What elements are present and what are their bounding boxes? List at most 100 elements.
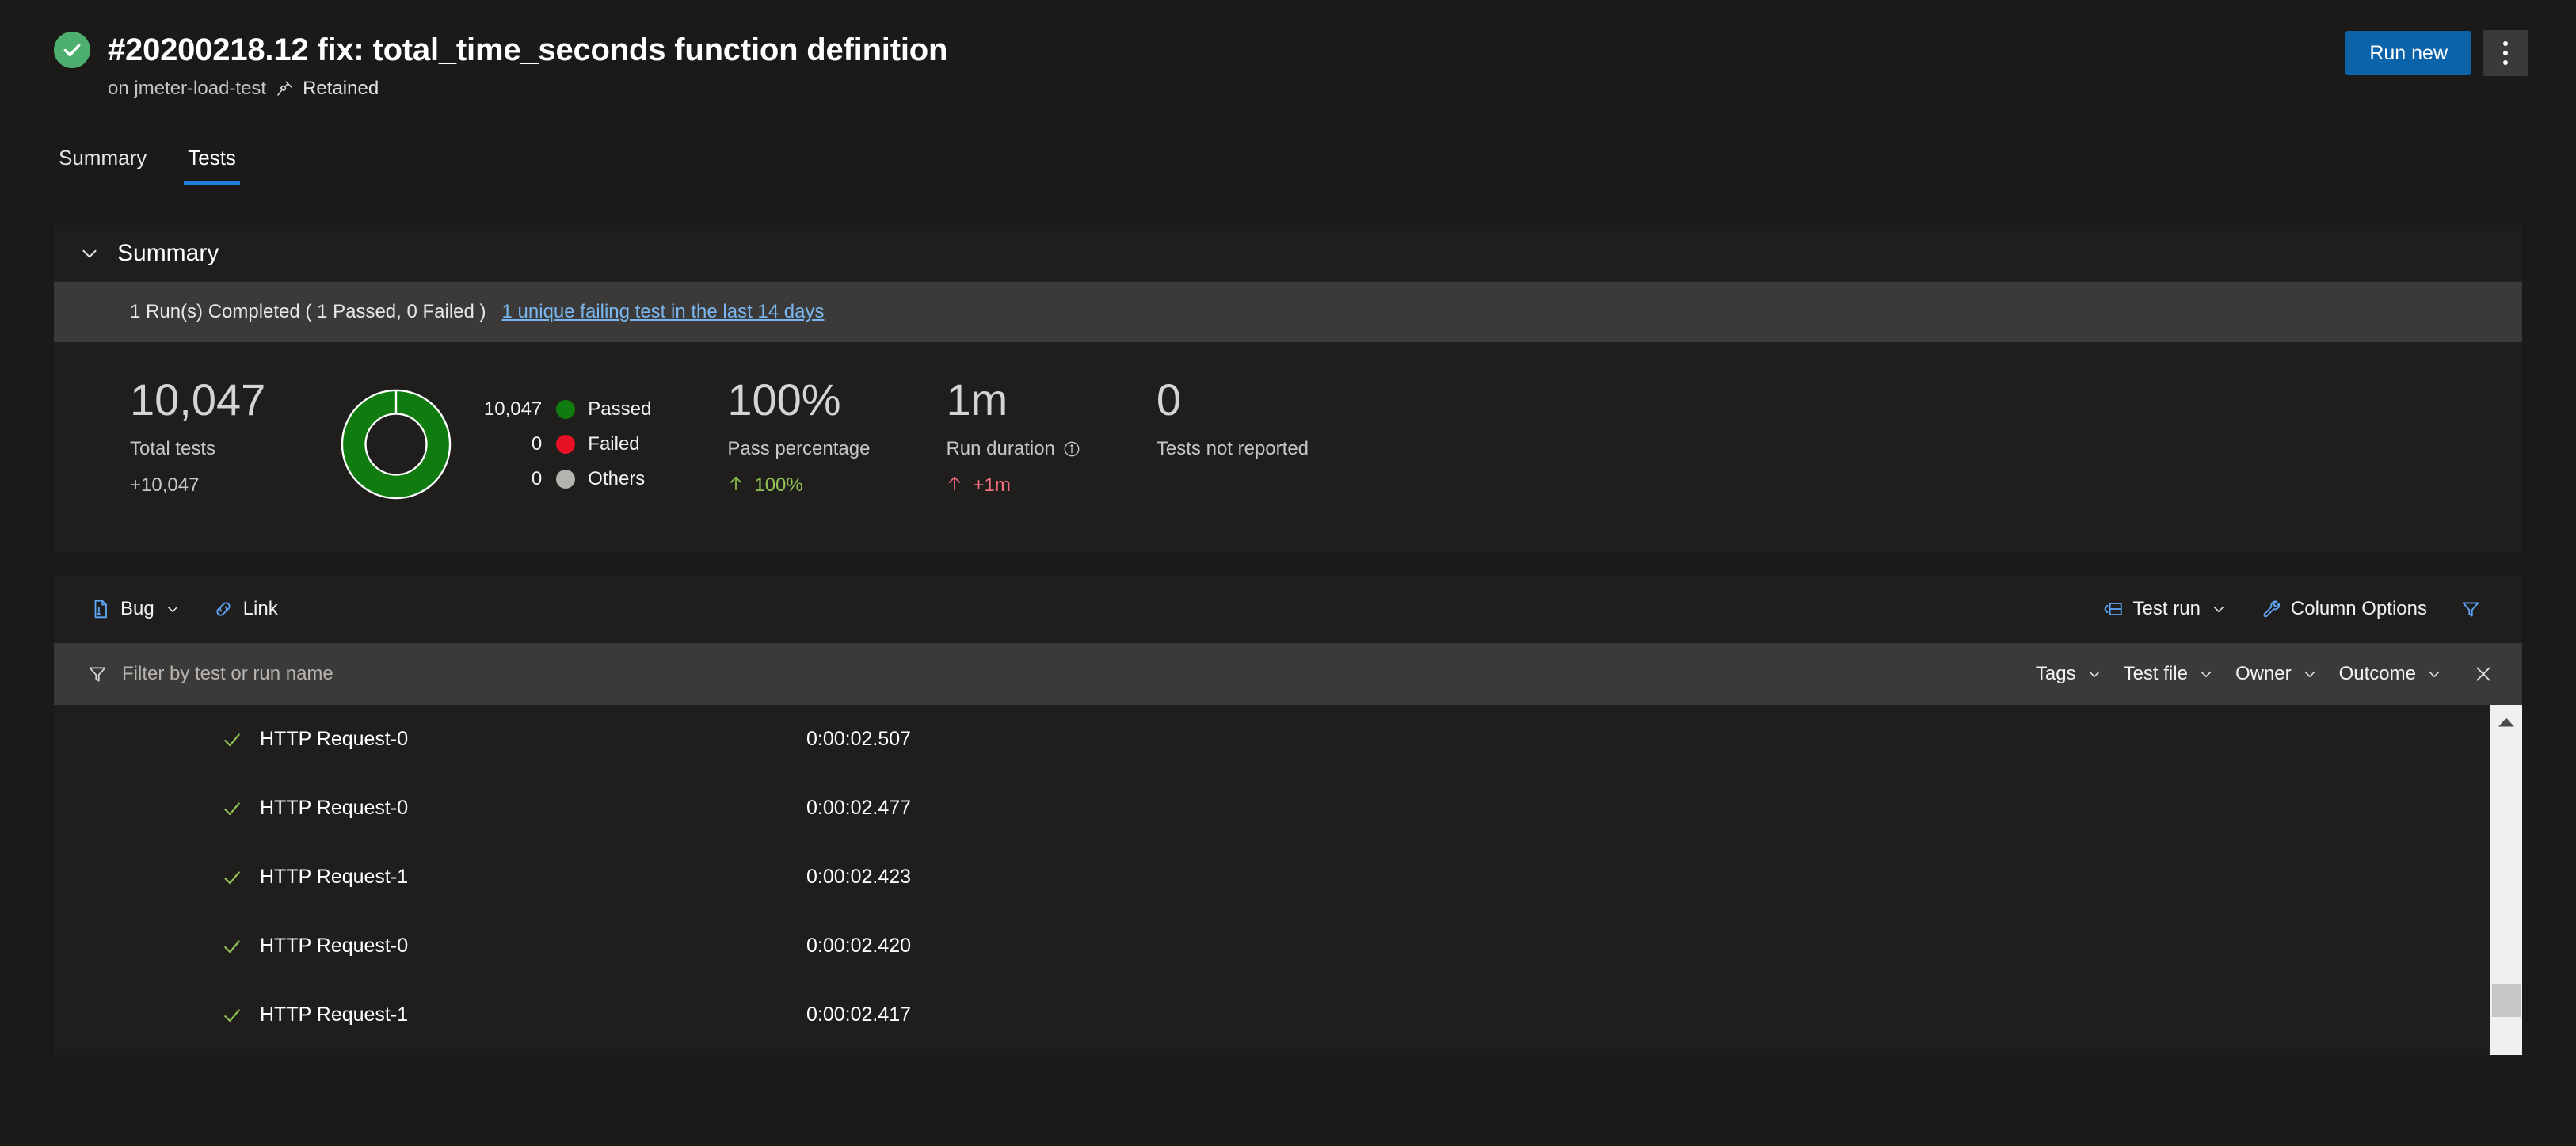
toolbar-left-group: Bug Link [81,592,288,626]
test-duration: 0:00:02.477 [806,797,911,820]
legend-count: 10,047 [483,398,556,421]
summary-card: Summary 1 Run(s) Completed ( 1 Passed, 0… [54,225,2522,553]
filter-pill-label: Outcome [2339,663,2416,685]
filter-toggle-button[interactable] [2451,592,2490,626]
pipeline-name: on jmeter-load-test [108,78,266,100]
table-row[interactable]: HTTP Request-1 0:00:02.417 [54,980,2522,1049]
more-vertical-icon[interactable] [2483,30,2528,76]
stat-delta-text: +10,047 [130,474,199,497]
filter-bar: Tags Test file Owner Outcome [54,643,2522,705]
stat-delta-text: 100% [754,474,802,497]
column-options-label: Column Options [2291,598,2427,620]
stat-label-text: Run duration [946,438,1054,460]
stat-run-duration: 1m Run duration +1m [870,377,1080,497]
stat-total-tests: 10,047 Total tests +10,047 [54,377,265,497]
link-button[interactable]: Link [204,592,288,626]
filter-pill-owner[interactable]: Owner [2235,663,2319,685]
header-actions: Run new [2345,30,2528,76]
chevron-down-icon[interactable] [2425,665,2443,683]
run-status-strip: 1 Run(s) Completed ( 1 Passed, 0 Failed … [54,282,2522,342]
legend-swatch-failed [556,435,575,454]
check-icon [222,798,249,819]
bug-file-icon [90,599,111,619]
test-duration: 0:00:02.423 [806,866,911,889]
stat-pass-percentage: 100% Pass percentage 100% [651,377,870,497]
legend-count: 0 [483,468,556,490]
donut-chart-svg [337,386,455,503]
stat-label-text: Pass percentage [727,438,870,460]
results-card: Bug Link Test run [54,575,2522,1055]
results-toolbar: Bug Link Test run [54,575,2522,643]
filter-pill-group: Tags Test file Owner Outcome [2036,663,2494,685]
caret-up-icon[interactable] [2490,705,2522,740]
close-icon[interactable] [2464,664,2494,684]
wrench-icon [2261,599,2281,619]
summary-section-header[interactable]: Summary [54,225,2522,282]
check-icon [222,936,249,957]
legend-label: Others [588,468,645,490]
test-name: HTTP Request-0 [260,935,806,958]
legend-swatch-others [556,470,575,489]
legend-count: 0 [483,433,556,455]
test-duration: 0:00:02.507 [806,728,911,751]
arrow-up-icon [946,474,963,497]
dot [2503,41,2508,46]
table-row[interactable]: HTTP Request-0 0:00:02.420 [54,912,2522,980]
bug-button-label: Bug [120,598,154,620]
check-icon [222,1005,249,1026]
filter-pill-label: Tags [2036,663,2076,685]
chevron-down-icon[interactable] [2301,665,2319,683]
stat-label-text: Total tests [130,438,215,460]
stat-tests-not-reported: 0 Tests not reported [1080,377,1309,460]
legend-item-passed: 10,047 Passed [483,398,651,421]
dot [2503,51,2508,55]
table-row[interactable]: HTTP Request-0 0:00:02.477 [54,774,2522,843]
chevron-down-icon[interactable] [79,243,100,264]
filter-pill-label: Test file [2124,663,2188,685]
stat-delta-text: +1m [973,474,1010,497]
filter-pill-test-file[interactable]: Test file [2124,663,2215,685]
tab-tests[interactable]: Tests [181,143,242,190]
legend-label: Passed [588,398,651,421]
filter-pill-label: Owner [2235,663,2292,685]
build-subtitle: on jmeter-load-test Retained [108,78,2576,100]
filter-pill-tags[interactable]: Tags [2036,663,2103,685]
filter-pill-outcome[interactable]: Outcome [2339,663,2443,685]
column-options-button[interactable]: Column Options [2251,592,2437,626]
stat-value: 1m [946,377,1080,424]
funnel-icon [2460,599,2481,619]
test-name: HTTP Request-1 [260,866,806,889]
legend-swatch-passed [556,400,575,419]
tab-summary[interactable]: Summary [52,143,153,190]
check-icon [222,729,249,750]
retained-label: Retained [303,78,379,100]
page-title: #20200218.12 fix: total_time_seconds fun… [108,32,947,67]
chevron-down-icon[interactable] [2210,600,2227,618]
stat-label-text: Tests not reported [1157,438,1309,460]
scrollbar-thumb[interactable] [2492,984,2521,1017]
bug-button[interactable]: Bug [81,592,191,626]
chevron-down-icon[interactable] [164,600,181,618]
funnel-icon [87,664,108,684]
table-row[interactable]: HTTP Request-0 0:00:02.507 [54,705,2522,774]
run-status-text: 1 Run(s) Completed ( 1 Passed, 0 Failed … [130,301,486,323]
chevron-down-icon[interactable] [2086,665,2103,683]
outcome-donut-chart: 10,047 Passed 0 Failed 0 Others [272,377,651,512]
filter-input-wrap [87,663,756,685]
info-icon[interactable] [1063,440,1080,458]
legend-label: Failed [588,433,639,455]
chevron-down-icon[interactable] [2197,665,2215,683]
title-row: #20200218.12 fix: total_time_seconds fun… [54,32,2576,68]
test-run-icon [2103,599,2124,619]
test-name: HTTP Request-1 [260,1003,806,1026]
filter-input[interactable] [122,663,756,685]
donut-legend: 10,047 Passed 0 Failed 0 Others [483,398,651,490]
stat-delta: 100% [727,474,870,497]
test-run-grouping-button[interactable]: Test run [2094,592,2237,626]
failing-tests-link[interactable]: 1 unique failing test in the last 14 day… [502,301,825,323]
stat-label: Tests not reported [1157,438,1309,460]
run-new-button[interactable]: Run new [2345,31,2471,75]
test-duration: 0:00:02.420 [806,935,911,958]
table-row[interactable]: HTTP Request-1 0:00:02.423 [54,843,2522,912]
vertical-scrollbar[interactable] [2490,705,2522,1055]
